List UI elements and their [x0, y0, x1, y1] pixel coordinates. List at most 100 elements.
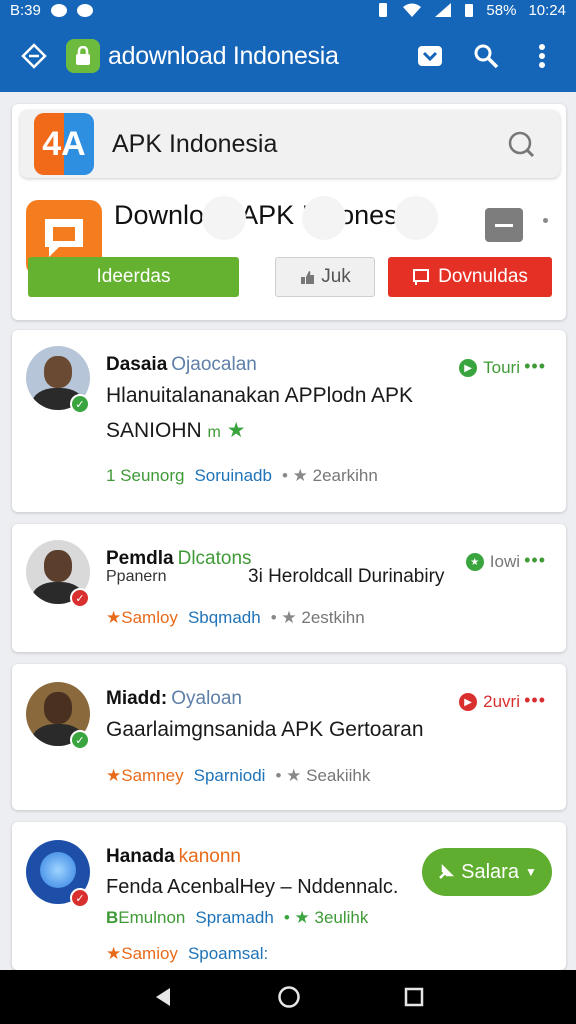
verified-badge-icon: ✓: [70, 394, 90, 414]
post-meta: ★Samloy Sbqmadh • ★ 2estkihn: [106, 608, 365, 628]
header-card: 4A APK Indonesia Download APK Indonesia …: [12, 104, 566, 320]
post-title: Fenda AcenbalHey – Nddennalc.: [106, 876, 399, 898]
page-title: adownload Indonesia: [108, 41, 339, 70]
author-handle: Dlcatons: [177, 548, 252, 569]
home-icon[interactable]: [277, 985, 301, 1009]
post-label: Ppanern: [106, 568, 167, 585]
dropdown-pill-button[interactable]: Salara ▼: [422, 848, 552, 896]
search-button[interactable]: [466, 36, 506, 76]
star-icon: • ★: [275, 766, 302, 785]
author-name: Pemdla Dlcatons: [106, 548, 252, 569]
meta-rating: 2estkihn: [301, 608, 365, 627]
author-name: Dasaia Ojaocalan: [106, 354, 257, 375]
meta-source: Sbqmadh: [187, 608, 261, 627]
post-tag: ▶ Touri: [459, 358, 520, 378]
system-nav-bar: [0, 970, 576, 1024]
pocket-icon: [418, 46, 442, 66]
notification-icon: [50, 3, 67, 17]
document-icon: [413, 269, 430, 285]
meta-rating: 2earkihn: [312, 466, 378, 485]
chat-icon: [76, 3, 93, 17]
vibrate-icon: [379, 3, 388, 17]
thumb-icon: [301, 271, 315, 284]
star-icon: ★: [106, 608, 122, 627]
star-icon: • ★: [281, 466, 308, 485]
recents-icon[interactable]: [404, 987, 424, 1007]
back-icon[interactable]: [152, 986, 174, 1008]
post-subtitle: SANIOHN m ★: [106, 419, 246, 442]
list-item[interactable]: ✓ Dasaia Ojaocalan ▶ Touri ••• Hlanuitalan…: [12, 330, 566, 512]
indicator-dot: [543, 218, 548, 223]
download-button[interactable]: Dovnuldas: [388, 257, 552, 297]
status-bar: B:39 58% 10:24: [0, 0, 576, 20]
battery-percent: 58%: [486, 1, 517, 19]
meta-source: Spramadh: [195, 908, 274, 927]
verified-badge-icon: ✓: [70, 730, 90, 750]
more-options-button[interactable]: •••: [524, 690, 546, 711]
post-meta: ★Samney Sparniodi • ★ Seakiihk: [106, 766, 370, 786]
search-icon: [508, 131, 535, 158]
verified-badge-icon: ✓: [70, 588, 90, 608]
meta-author: Samioy: [121, 944, 178, 963]
more-options-button[interactable]: •••: [524, 550, 546, 571]
search-bar[interactable]: 4A APK Indonesia: [20, 110, 560, 178]
search-text: APK Indonesia: [112, 129, 278, 158]
status-time-right: 10:24: [528, 1, 566, 19]
app-bar: adownload Indonesia: [0, 20, 576, 92]
minus-icon: [495, 223, 513, 227]
star-icon: • ★: [283, 908, 310, 927]
play-icon: ▶: [459, 359, 478, 377]
pin-icon: [439, 863, 455, 879]
meta-rating: Seakiihk: [306, 766, 371, 785]
nav-diamond-button[interactable]: [14, 36, 54, 76]
pill-label: Salara: [461, 860, 519, 883]
list-item[interactable]: ✓ Pemdla Dlcatons ★ Iowi ••• Ppanern 3i He…: [12, 524, 566, 652]
secondary-button[interactable]: Juk: [275, 257, 375, 297]
meta-author: 1 Seunorg: [106, 466, 185, 485]
lock-icon: [66, 39, 100, 73]
verified-badge-icon: ✓: [70, 888, 90, 908]
star-icon: • ★: [270, 608, 297, 627]
post-meta: 1 Seunorg Soruinadb • ★ 2earkihn: [106, 466, 378, 486]
battery-icon: [465, 4, 474, 17]
meta-source: Spoamsal:: [187, 944, 269, 963]
search-icon: [474, 44, 499, 69]
brand-logo: 4A: [34, 113, 94, 175]
download-button-label: Dovnuldas: [438, 266, 528, 287]
primary-button[interactable]: Ideerdas: [28, 257, 239, 297]
star-icon: ★: [220, 419, 246, 442]
list-item[interactable]: ✓ Hanada kanonn Salara ▼ Fenda AcenbalHey…: [12, 822, 566, 970]
meta-source: Sparniodi: [193, 766, 266, 785]
overflow-menu-button[interactable]: [522, 36, 562, 76]
caret-down-icon: ▼: [524, 865, 537, 879]
post-title: Hlanuitalananakan APPlodn APK: [106, 384, 414, 407]
secondary-button-label: Juk: [321, 266, 351, 287]
meta-author: Emulnon: [118, 908, 186, 927]
author-name: Miadd: Oyaloan: [106, 688, 242, 709]
faint-circle: [302, 196, 346, 240]
signal-icon: [435, 3, 452, 17]
status-time-left: B:39: [10, 1, 41, 19]
wifi-icon: [403, 3, 422, 17]
meta-rating: 3eulihk: [314, 908, 369, 927]
author-handle: Ojaocalan: [171, 354, 257, 375]
more-options-button[interactable]: •••: [524, 356, 546, 377]
author-name: Hanada kanonn: [106, 846, 241, 867]
list-item[interactable]: ✓ Miadd: Oyaloan ▶ 2uvri ••• Gaarlaimgnsan…: [12, 664, 566, 810]
play-icon: ▶: [459, 693, 478, 711]
star-icon: ★: [465, 553, 484, 571]
star-icon: ★: [106, 766, 122, 785]
faint-circle: [394, 196, 438, 240]
post-title: Gaarlaimgnsanida APK Gertoaran: [106, 718, 424, 741]
flag-icon: B: [106, 908, 119, 927]
post-tag: ▶ 2uvri: [459, 692, 520, 712]
author-handle: Oyaloan: [171, 688, 242, 709]
star-icon: ★: [106, 944, 122, 963]
meta-author: Samloy: [121, 608, 178, 627]
primary-button-label: Ideerdas: [96, 266, 171, 287]
meta-source: Soruinadb: [194, 466, 272, 485]
minus-button[interactable]: [485, 208, 523, 242]
save-button[interactable]: [410, 36, 450, 76]
app-title: Download APK Indonesia: [114, 200, 419, 230]
post-meta: BEmulnon Spramadh • ★ 3eulihk: [106, 908, 368, 928]
